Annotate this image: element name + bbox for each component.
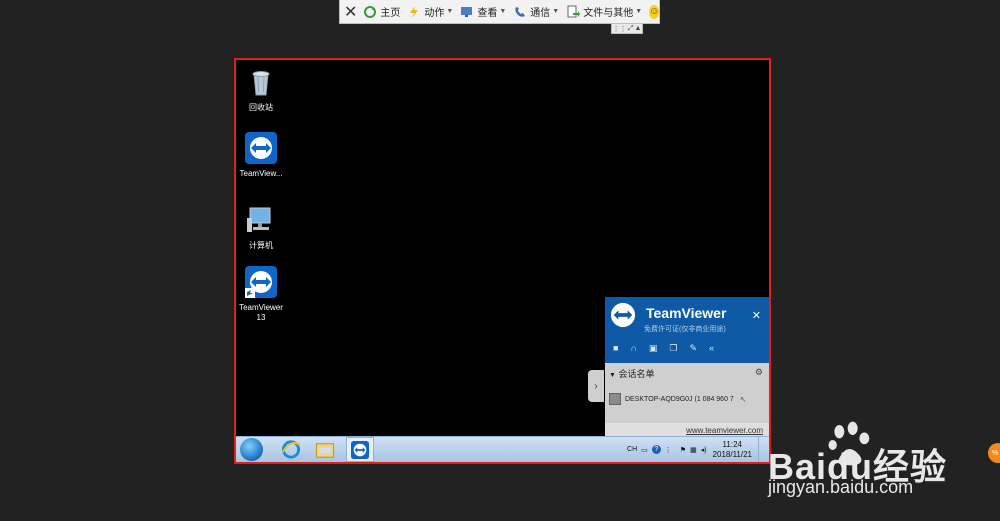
- teamviewer-icon: [245, 132, 277, 164]
- fullscreen-icon[interactable]: ⤢: [628, 25, 634, 33]
- cursor-icon: ↖: [739, 394, 747, 404]
- chat-icon[interactable]: ▣: [649, 343, 658, 354]
- show-desktop-button[interactable]: [758, 437, 765, 462]
- teamviewer-panel-header: TeamViewer 免费许可证(仅非商业用途) ✕ ■ ∩ ▣ ❐ ✎ «: [605, 297, 769, 363]
- teamviewer-link[interactable]: www.teamviewer.com: [686, 426, 763, 435]
- system-tray: CH ▭ ? ⋮ ⚑ ▦ ◂) 11:24 2018/11/21: [627, 437, 765, 462]
- flag-icon[interactable]: ⚑: [680, 446, 686, 454]
- remote-desktop-screen[interactable]: 回收站 TeamView... 计算机 TeamViewer 13 › Team…: [234, 58, 771, 464]
- clock-date: 2018/11/21: [712, 449, 752, 459]
- taskbar-explorer[interactable]: [314, 439, 336, 460]
- session-entry[interactable]: DESKTOP-AQD9G0J (1 084 960 7 ↖: [609, 393, 747, 405]
- smiley-icon[interactable]: ☺: [649, 4, 660, 19]
- taskbar-ie[interactable]: [280, 439, 302, 460]
- chevron-down-icon: ▼: [609, 372, 616, 379]
- network-icon[interactable]: ▦: [690, 446, 697, 454]
- files-label: 文件与其他: [583, 8, 634, 19]
- internet-explorer-icon: [281, 440, 301, 459]
- panel-action-icons: ■ ∩ ▣ ❐ ✎ «: [613, 343, 714, 354]
- desktop-icon-label: 回收站: [249, 103, 273, 112]
- session-list-title: 会话名单: [618, 369, 655, 379]
- session-entry-label: DESKTOP-AQD9G0J (1 084 960 7: [625, 395, 734, 403]
- recycle-bin-icon: [252, 71, 270, 96]
- chevron-down-icon: ▼: [552, 8, 560, 15]
- gear-icon[interactable]: ⚙: [755, 367, 763, 378]
- baidu-url: jingyan.baidu.com: [768, 477, 914, 497]
- chevron-right-icon: ›: [594, 380, 598, 392]
- teamviewer-icon: [351, 440, 369, 459]
- files-icon[interactable]: ❐: [669, 343, 677, 354]
- communicate-menu[interactable]: 通信 ▼: [513, 1, 559, 23]
- user-icon: [609, 393, 621, 405]
- volume-icon[interactable]: ◂): [701, 446, 707, 454]
- headset-icon[interactable]: ∩: [630, 343, 636, 354]
- phone-icon: [515, 6, 526, 17]
- teamviewer-logo-icon: [610, 302, 636, 328]
- files-menu[interactable]: 文件与其他 ▼: [566, 1, 642, 23]
- teamviewer-brand: TeamViewer: [646, 305, 727, 321]
- grip-icon: ⋮⋮: [612, 25, 627, 33]
- collapse-up-icon[interactable]: ▲: [634, 25, 641, 32]
- desktop-icon-label: 计算机: [249, 241, 273, 250]
- language-icon[interactable]: CH: [627, 446, 637, 453]
- file-transfer-icon: [567, 5, 581, 17]
- keyboard-icon[interactable]: ▭: [641, 446, 648, 454]
- refresh-icon: [364, 5, 377, 18]
- close-panel-button[interactable]: ✕: [752, 309, 761, 322]
- tray-expand-icon[interactable]: ⋮: [665, 446, 672, 454]
- teamviewer-shortcut-icon: [245, 266, 277, 298]
- toolbar-handle[interactable]: ⋮⋮ ⤢ ▲: [611, 24, 643, 34]
- desktop-icon-label: TeamViewer 13: [239, 303, 283, 322]
- view-label: 查看: [477, 8, 498, 19]
- desktop-icon-computer[interactable]: 计算机: [236, 204, 289, 251]
- collapse-icon[interactable]: «: [709, 343, 714, 354]
- chevron-down-icon: ▼: [635, 8, 643, 15]
- baidu-watermark: Baidu经验 jingyan.baidu.com: [768, 420, 998, 520]
- clock-time: 11:24: [722, 439, 742, 449]
- desktop-icon-recycle-bin[interactable]: 回收站: [236, 66, 289, 113]
- clock[interactable]: 11:24 2018/11/21: [713, 440, 752, 460]
- session-list-header[interactable]: ▼ 会话名单: [609, 367, 654, 380]
- video-icon[interactable]: ■: [613, 343, 618, 354]
- chevron-down-icon: ▼: [446, 8, 454, 15]
- view-menu[interactable]: 查看 ▼: [460, 1, 506, 23]
- actions-menu[interactable]: 动作 ▼: [407, 1, 453, 23]
- taskbar-teamviewer[interactable]: [346, 437, 374, 462]
- taskbar: CH ▭ ? ⋮ ⚑ ▦ ◂) 11:24 2018/11/21: [236, 436, 769, 462]
- computer-icon: [247, 207, 271, 232]
- help-icon[interactable]: ?: [651, 445, 661, 454]
- tools-icon[interactable]: ✎: [690, 343, 698, 354]
- home-label: 主页: [380, 8, 401, 19]
- desktop-icon-teamviewer-13[interactable]: TeamViewer 13: [236, 266, 289, 323]
- desktop-icon-teamviewer[interactable]: TeamView...: [236, 132, 289, 179]
- close-session-button[interactable]: ✕: [344, 2, 357, 22]
- remote-control-toolbar: ✕ 主页 动作 ▼ 查看 ▼ 通信 ▼ 文件与其他 ▼ ☺: [339, 0, 660, 24]
- communicate-label: 通信: [530, 8, 551, 19]
- actions-label: 动作: [424, 8, 445, 19]
- desktop-icon-label: TeamView...: [239, 169, 283, 178]
- lightning-icon: [410, 5, 419, 18]
- license-text: 免费许可证(仅非商业用途): [644, 326, 726, 333]
- panel-toggle-tab[interactable]: ›: [588, 370, 604, 402]
- home-button[interactable]: 主页: [363, 1, 400, 23]
- chevron-down-icon: ▼: [499, 8, 507, 15]
- monitor-icon: [461, 6, 473, 17]
- start-button[interactable]: [240, 438, 263, 461]
- teamviewer-panel: TeamViewer 免费许可证(仅非商业用途) ✕ ■ ∩ ▣ ❐ ✎ « ▼…: [605, 297, 769, 439]
- session-list: ▼ 会话名单 ⚙ DESKTOP-AQD9G0J (1 084 960 7 ↖: [605, 363, 769, 423]
- folder-icon: [315, 443, 335, 458]
